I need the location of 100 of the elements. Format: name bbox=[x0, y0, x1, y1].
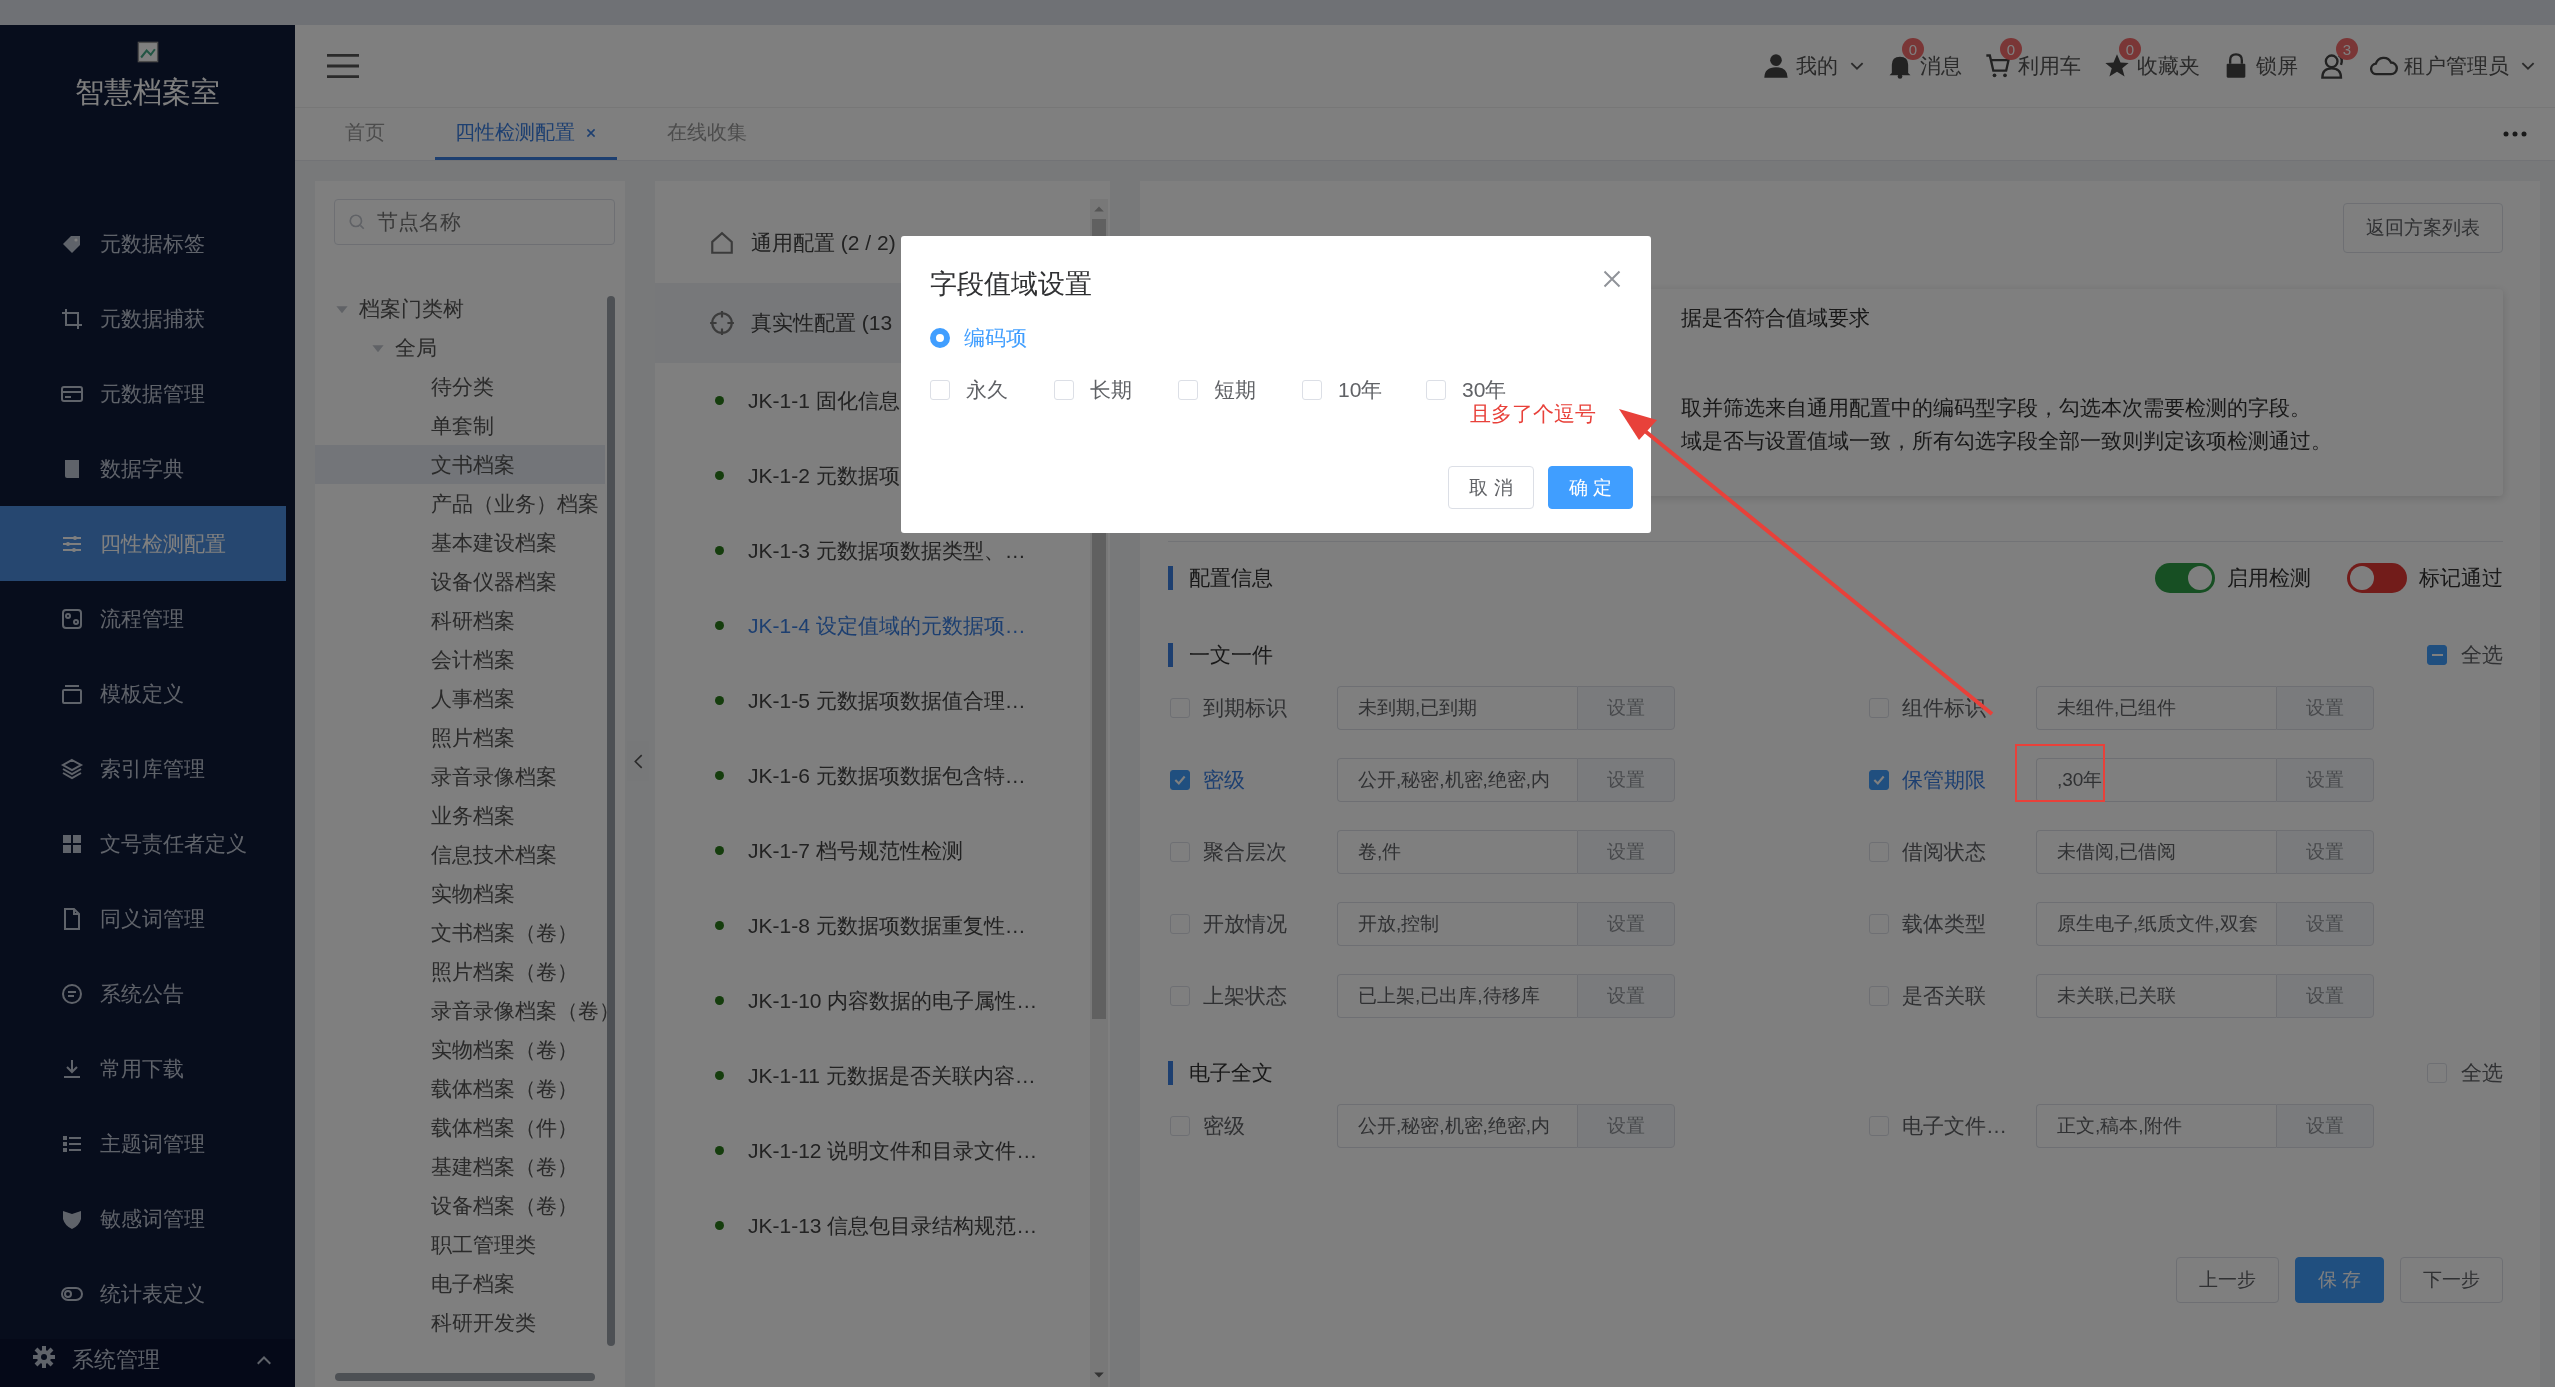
rule-item[interactable]: JK-1-11 元数据是否关联内容… bbox=[655, 1038, 1110, 1113]
input-field[interactable]: 未借阅,已借阅 bbox=[2036, 830, 2276, 874]
tree-item[interactable]: 载体档案（卷） bbox=[315, 1069, 605, 1108]
tree-item[interactable]: 载体档案（件） bbox=[315, 1108, 605, 1147]
rule-item[interactable]: JK-1-10 内容数据的电子属性… bbox=[655, 963, 1110, 1038]
up-arrow-icon[interactable] bbox=[1093, 205, 1105, 213]
layers-icon bbox=[60, 756, 84, 781]
toggle-switch[interactable] bbox=[2155, 563, 2215, 593]
field-label: 开放情况 bbox=[1203, 911, 1288, 937]
tenant-menu[interactable]: 租户管理员 bbox=[2370, 52, 2535, 80]
tree-item[interactable]: 职工管理类 bbox=[315, 1225, 605, 1264]
tree-item[interactable]: 档案门类树 bbox=[315, 289, 605, 328]
tree-item[interactable]: 科研开发类 bbox=[315, 1303, 605, 1342]
search-field[interactable]: 节点名称 bbox=[334, 199, 615, 245]
tree-item[interactable]: 设备仪器档案 bbox=[315, 562, 605, 601]
input-field[interactable]: 卷,件 bbox=[1337, 830, 1577, 874]
checkbox[interactable] bbox=[1170, 770, 1190, 790]
step-button[interactable]: 上一步 bbox=[2175, 1257, 2279, 1303]
sidebar-item[interactable]: 统计表定义 bbox=[0, 1256, 286, 1331]
sidebar-item[interactable]: 数据字典 bbox=[0, 431, 286, 506]
sidebar-item[interactable]: 敏感词管理 bbox=[0, 1181, 286, 1256]
tree-item[interactable]: 设备档案（卷） bbox=[315, 1186, 605, 1225]
tree-item[interactable]: 基本建设档案 bbox=[315, 523, 605, 562]
tree-item[interactable]: 产品（业务）档案 bbox=[315, 484, 605, 523]
scrollbar[interactable] bbox=[335, 1373, 595, 1381]
lock-screen-button[interactable]: 锁屏 bbox=[2222, 52, 2298, 80]
section-title: 配置信息 bbox=[1168, 566, 1273, 590]
input-field[interactable]: 原生电子,纸质文件,双套 bbox=[2036, 902, 2276, 946]
rule-item[interactable]: JK-1-6 元数据项数据包含特… bbox=[655, 738, 1110, 813]
checkbox[interactable] bbox=[2427, 645, 2447, 665]
sidebar-item[interactable]: 主题词管理 bbox=[0, 1106, 286, 1181]
tree-item[interactable]: 照片档案 bbox=[315, 718, 605, 757]
tree-item[interactable]: 单套制 bbox=[315, 406, 605, 445]
input-field[interactable]: 公开,秘密,机密,绝密,内 bbox=[1337, 758, 1577, 802]
save-button[interactable]: 保 存 bbox=[2294, 1257, 2384, 1303]
cancel-button[interactable]: 取 消 bbox=[1448, 466, 1534, 509]
input-field[interactable]: 开放,控制 bbox=[1337, 902, 1577, 946]
input-field[interactable]: 公开,秘密,机密,绝密,内 bbox=[1337, 1104, 1577, 1148]
more-icon[interactable] bbox=[2503, 131, 2527, 137]
toggle-switch[interactable] bbox=[2347, 563, 2407, 593]
tree-item[interactable]: 录音录像档案（卷） bbox=[315, 991, 605, 1030]
tree-item[interactable]: 信息技术档案 bbox=[315, 835, 605, 874]
tab[interactable]: 四性检测配置 bbox=[435, 108, 617, 160]
tree-item[interactable]: 电子档案 bbox=[315, 1264, 605, 1303]
tree-item[interactable]: 文书档案 bbox=[315, 445, 605, 484]
radio-option[interactable]: 编码项 bbox=[930, 324, 1027, 352]
sidebar-item[interactable]: 系统公告 bbox=[0, 956, 286, 1031]
rule-item[interactable]: JK-1-12 说明文件和目录文件… bbox=[655, 1113, 1110, 1188]
sidebar-item[interactable]: 元数据管理 bbox=[0, 356, 286, 431]
tree-item[interactable]: 会计档案 bbox=[315, 640, 605, 679]
input-field[interactable]: 未到期,已到期 bbox=[1337, 686, 1577, 730]
tree-item[interactable]: 科研档案 bbox=[315, 601, 605, 640]
rule-item[interactable]: JK-1-7 档号规范性检测 bbox=[655, 813, 1110, 888]
sidebar-item[interactable]: 元数据捕获 bbox=[0, 281, 286, 356]
step-button[interactable]: 下一步 bbox=[2400, 1257, 2503, 1303]
rule-item[interactable]: JK-1-2 元数据项 bbox=[655, 438, 1110, 513]
tree-item[interactable]: 照片档案（卷） bbox=[315, 952, 605, 991]
sidebar-item[interactable]: 四性检测配置 bbox=[0, 506, 286, 581]
close-icon[interactable] bbox=[1603, 270, 1621, 288]
rule-item[interactable]: JK-1-3 元数据项数据类型、… bbox=[655, 513, 1110, 588]
profile-menu[interactable]: 我的 bbox=[1762, 52, 1864, 80]
scrollbar[interactable] bbox=[607, 296, 615, 1346]
sidebar-item[interactable]: 流程管理 bbox=[0, 581, 286, 656]
chevron-left-icon bbox=[633, 753, 643, 769]
sidebar-item[interactable]: 文号责任者定义 bbox=[0, 806, 286, 881]
sidebar-item[interactable]: 模板定义 bbox=[0, 656, 286, 731]
input-field[interactable]: 已上架,已出库,待移库 bbox=[1337, 974, 1577, 1018]
input-field[interactable]: 未组件,已组件 bbox=[2036, 686, 2276, 730]
field-label: 借阅状态 bbox=[1902, 839, 1987, 865]
tree-item[interactable]: 实物档案（卷） bbox=[315, 1030, 605, 1069]
rule-item[interactable]: JK-1-13 信息包目录结构规范… bbox=[655, 1188, 1110, 1263]
rule-item[interactable]: JK-1-5 元数据项数据值合理… bbox=[655, 663, 1110, 738]
tree-item[interactable]: 业务档案 bbox=[315, 796, 605, 835]
input-field[interactable]: 正文,稿本,附件 bbox=[2036, 1104, 2276, 1148]
confirm-button[interactable]: 确 定 bbox=[1547, 466, 1633, 509]
checkbox[interactable] bbox=[1869, 770, 1889, 790]
down-arrow-icon[interactable] bbox=[1093, 1371, 1105, 1379]
tree-item[interactable]: 基建档案（卷） bbox=[315, 1147, 605, 1186]
input-field[interactable]: 未关联,已关联 bbox=[2036, 974, 2276, 1018]
tree-item[interactable]: 实物档案 bbox=[315, 874, 605, 913]
sidebar-item[interactable]: 系统管理 bbox=[0, 1339, 295, 1387]
menu-icon[interactable] bbox=[327, 54, 359, 78]
tree-item[interactable]: 全局 bbox=[315, 328, 605, 367]
tree-item[interactable]: 待分类 bbox=[315, 367, 605, 406]
sidebar-item[interactable]: 同义词管理 bbox=[0, 881, 286, 956]
sidebar-item[interactable]: 索引库管理 bbox=[0, 731, 286, 806]
sidebar-item[interactable]: 常用下载 bbox=[0, 1031, 286, 1106]
back-button[interactable]: 返回方案列表 bbox=[2343, 203, 2503, 253]
gear-icon bbox=[32, 1345, 56, 1369]
section-title: 电子全文 bbox=[1168, 1061, 1273, 1085]
rule-item[interactable]: JK-1-4 设定值域的元数据项… bbox=[655, 588, 1110, 663]
close-icon[interactable] bbox=[585, 126, 597, 139]
sidebar-item[interactable]: 元数据标签 bbox=[0, 206, 286, 281]
tree-item[interactable]: 人事档案 bbox=[315, 679, 605, 718]
tree-item[interactable]: 录音录像档案 bbox=[315, 757, 605, 796]
rule-item[interactable]: JK-1-8 元数据项数据重复性… bbox=[655, 888, 1110, 963]
radio-button[interactable] bbox=[930, 328, 950, 348]
badge-count: 0 bbox=[2119, 38, 2141, 60]
input-field[interactable]: ,30年 bbox=[2036, 758, 2276, 802]
tree-item[interactable]: 文书档案（卷） bbox=[315, 913, 605, 952]
